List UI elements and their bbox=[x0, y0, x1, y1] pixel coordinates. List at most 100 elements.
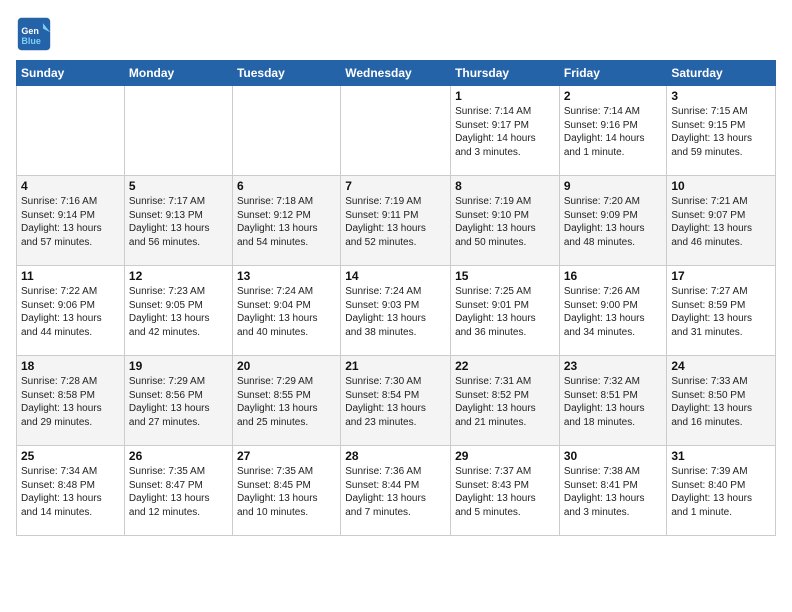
weekday-header-sunday: Sunday bbox=[17, 61, 125, 86]
calendar-cell-23: 20 Sunrise: 7:29 AM Sunset: 8:55 PM Dayli… bbox=[232, 356, 340, 446]
day-number: 29 bbox=[455, 449, 555, 463]
day-info: Sunrise: 7:21 AM Sunset: 9:07 PM Dayligh… bbox=[671, 195, 771, 249]
day-number: 15 bbox=[455, 269, 555, 283]
day-info: Sunrise: 7:29 AM Sunset: 8:55 PM Dayligh… bbox=[237, 375, 336, 429]
calendar-cell-12: 9 Sunrise: 7:20 AM Sunset: 9:09 PM Daylig… bbox=[559, 176, 667, 266]
weekday-header-tuesday: Tuesday bbox=[232, 61, 340, 86]
calendar-table: SundayMondayTuesdayWednesdayThursdayFrid… bbox=[16, 60, 776, 536]
day-number: 20 bbox=[237, 359, 336, 373]
calendar-cell-27: 24 Sunrise: 7:33 AM Sunset: 8:50 PM Dayli… bbox=[667, 356, 776, 446]
day-number: 8 bbox=[455, 179, 555, 193]
svg-text:Blue: Blue bbox=[21, 36, 41, 46]
calendar-cell-0 bbox=[17, 86, 125, 176]
calendar-cell-5: 2 Sunrise: 7:14 AM Sunset: 9:16 PM Daylig… bbox=[559, 86, 667, 176]
calendar-cell-21: 18 Sunrise: 7:28 AM Sunset: 8:58 PM Dayli… bbox=[17, 356, 125, 446]
calendar-cell-7: 4 Sunrise: 7:16 AM Sunset: 9:14 PM Daylig… bbox=[17, 176, 125, 266]
calendar-cell-34: 31 Sunrise: 7:39 AM Sunset: 8:40 PM Dayli… bbox=[667, 446, 776, 536]
calendar-cell-22: 19 Sunrise: 7:29 AM Sunset: 8:56 PM Dayli… bbox=[124, 356, 232, 446]
day-number: 10 bbox=[671, 179, 771, 193]
calendar-cell-18: 15 Sunrise: 7:25 AM Sunset: 9:01 PM Dayli… bbox=[451, 266, 560, 356]
day-info: Sunrise: 7:24 AM Sunset: 9:04 PM Dayligh… bbox=[237, 285, 336, 339]
day-info: Sunrise: 7:31 AM Sunset: 8:52 PM Dayligh… bbox=[455, 375, 555, 429]
weekday-header-saturday: Saturday bbox=[667, 61, 776, 86]
calendar-cell-2 bbox=[232, 86, 340, 176]
day-info: Sunrise: 7:15 AM Sunset: 9:15 PM Dayligh… bbox=[671, 105, 771, 159]
day-info: Sunrise: 7:23 AM Sunset: 9:05 PM Dayligh… bbox=[129, 285, 228, 339]
day-number: 11 bbox=[21, 269, 120, 283]
day-number: 7 bbox=[345, 179, 446, 193]
calendar-cell-14: 11 Sunrise: 7:22 AM Sunset: 9:06 PM Dayli… bbox=[17, 266, 125, 356]
day-number: 28 bbox=[345, 449, 446, 463]
day-number: 22 bbox=[455, 359, 555, 373]
calendar-cell-29: 26 Sunrise: 7:35 AM Sunset: 8:47 PM Dayli… bbox=[124, 446, 232, 536]
calendar-cell-8: 5 Sunrise: 7:17 AM Sunset: 9:13 PM Daylig… bbox=[124, 176, 232, 266]
day-number: 19 bbox=[129, 359, 228, 373]
day-info: Sunrise: 7:27 AM Sunset: 8:59 PM Dayligh… bbox=[671, 285, 771, 339]
day-number: 1 bbox=[455, 89, 555, 103]
day-info: Sunrise: 7:39 AM Sunset: 8:40 PM Dayligh… bbox=[671, 465, 771, 519]
day-info: Sunrise: 7:35 AM Sunset: 8:47 PM Dayligh… bbox=[129, 465, 228, 519]
day-number: 4 bbox=[21, 179, 120, 193]
calendar-cell-3 bbox=[341, 86, 451, 176]
calendar-cell-15: 12 Sunrise: 7:23 AM Sunset: 9:05 PM Dayli… bbox=[124, 266, 232, 356]
day-info: Sunrise: 7:22 AM Sunset: 9:06 PM Dayligh… bbox=[21, 285, 120, 339]
day-number: 31 bbox=[671, 449, 771, 463]
day-number: 5 bbox=[129, 179, 228, 193]
day-number: 14 bbox=[345, 269, 446, 283]
weekday-header-wednesday: Wednesday bbox=[341, 61, 451, 86]
day-info: Sunrise: 7:38 AM Sunset: 8:41 PM Dayligh… bbox=[564, 465, 663, 519]
day-info: Sunrise: 7:32 AM Sunset: 8:51 PM Dayligh… bbox=[564, 375, 663, 429]
calendar-cell-17: 14 Sunrise: 7:24 AM Sunset: 9:03 PM Dayli… bbox=[341, 266, 451, 356]
day-info: Sunrise: 7:36 AM Sunset: 8:44 PM Dayligh… bbox=[345, 465, 446, 519]
day-info: Sunrise: 7:33 AM Sunset: 8:50 PM Dayligh… bbox=[671, 375, 771, 429]
day-number: 2 bbox=[564, 89, 663, 103]
day-number: 26 bbox=[129, 449, 228, 463]
day-number: 25 bbox=[21, 449, 120, 463]
day-info: Sunrise: 7:17 AM Sunset: 9:13 PM Dayligh… bbox=[129, 195, 228, 249]
calendar-cell-33: 30Sunrise: 7:38 AM Sunset: 8:41 PM Dayli… bbox=[559, 446, 667, 536]
day-number: 3 bbox=[671, 89, 771, 103]
calendar-cell-20: 17 Sunrise: 7:27 AM Sunset: 8:59 PM Dayli… bbox=[667, 266, 776, 356]
day-info: Sunrise: 7:14 AM Sunset: 9:17 PM Dayligh… bbox=[455, 105, 555, 159]
day-number: 9 bbox=[564, 179, 663, 193]
day-info: Sunrise: 7:24 AM Sunset: 9:03 PM Dayligh… bbox=[345, 285, 446, 339]
day-info: Sunrise: 7:25 AM Sunset: 9:01 PM Dayligh… bbox=[455, 285, 555, 339]
day-number: 12 bbox=[129, 269, 228, 283]
calendar-cell-11: 8 Sunrise: 7:19 AM Sunset: 9:10 PM Daylig… bbox=[451, 176, 560, 266]
calendar-cell-1 bbox=[124, 86, 232, 176]
weekday-header-thursday: Thursday bbox=[451, 61, 560, 86]
day-number: 13 bbox=[237, 269, 336, 283]
day-number: 21 bbox=[345, 359, 446, 373]
day-info: Sunrise: 7:14 AM Sunset: 9:16 PM Dayligh… bbox=[564, 105, 663, 159]
day-info: Sunrise: 7:35 AM Sunset: 8:45 PM Dayligh… bbox=[237, 465, 336, 519]
calendar-cell-30: 27Sunrise: 7:35 AM Sunset: 8:45 PM Dayli… bbox=[232, 446, 340, 536]
day-info: Sunrise: 7:16 AM Sunset: 9:14 PM Dayligh… bbox=[21, 195, 120, 249]
logo: Gen Blue bbox=[16, 16, 56, 52]
page-header: Gen Blue bbox=[16, 16, 776, 52]
day-number: 16 bbox=[564, 269, 663, 283]
day-info: Sunrise: 7:18 AM Sunset: 9:12 PM Dayligh… bbox=[237, 195, 336, 249]
day-number: 24 bbox=[671, 359, 771, 373]
calendar-cell-9: 6 Sunrise: 7:18 AM Sunset: 9:12 PM Daylig… bbox=[232, 176, 340, 266]
calendar-cell-26: 23 Sunrise: 7:32 AM Sunset: 8:51 PM Dayli… bbox=[559, 356, 667, 446]
day-info: Sunrise: 7:28 AM Sunset: 8:58 PM Dayligh… bbox=[21, 375, 120, 429]
day-info: Sunrise: 7:34 AM Sunset: 8:48 PM Dayligh… bbox=[21, 465, 120, 519]
calendar-cell-31: 28 Sunrise: 7:36 AM Sunset: 8:44 PM Dayli… bbox=[341, 446, 451, 536]
calendar-cell-25: 22 Sunrise: 7:31 AM Sunset: 8:52 PM Dayli… bbox=[451, 356, 560, 446]
calendar-cell-28: 25 Sunrise: 7:34 AM Sunset: 8:48 PM Dayli… bbox=[17, 446, 125, 536]
day-info: Sunrise: 7:19 AM Sunset: 9:10 PM Dayligh… bbox=[455, 195, 555, 249]
calendar-cell-16: 13 Sunrise: 7:24 AM Sunset: 9:04 PM Dayli… bbox=[232, 266, 340, 356]
day-number: 6 bbox=[237, 179, 336, 193]
day-info: Sunrise: 7:30 AM Sunset: 8:54 PM Dayligh… bbox=[345, 375, 446, 429]
calendar-cell-6: 3 Sunrise: 7:15 AM Sunset: 9:15 PM Daylig… bbox=[667, 86, 776, 176]
day-number: 23 bbox=[564, 359, 663, 373]
day-info: Sunrise: 7:37 AM Sunset: 8:43 PM Dayligh… bbox=[455, 465, 555, 519]
day-info: Sunrise: 7:20 AM Sunset: 9:09 PM Dayligh… bbox=[564, 195, 663, 249]
calendar-cell-4: 1 Sunrise: 7:14 AM Sunset: 9:17 PM Daylig… bbox=[451, 86, 560, 176]
calendar-cell-10: 7Sunrise: 7:19 AM Sunset: 9:11 PM Daylig… bbox=[341, 176, 451, 266]
day-info: Sunrise: 7:26 AM Sunset: 9:00 PM Dayligh… bbox=[564, 285, 663, 339]
calendar-cell-19: 16 Sunrise: 7:26 AM Sunset: 9:00 PM Dayli… bbox=[559, 266, 667, 356]
day-number: 18 bbox=[21, 359, 120, 373]
day-info: Sunrise: 7:29 AM Sunset: 8:56 PM Dayligh… bbox=[129, 375, 228, 429]
day-number: 17 bbox=[671, 269, 771, 283]
